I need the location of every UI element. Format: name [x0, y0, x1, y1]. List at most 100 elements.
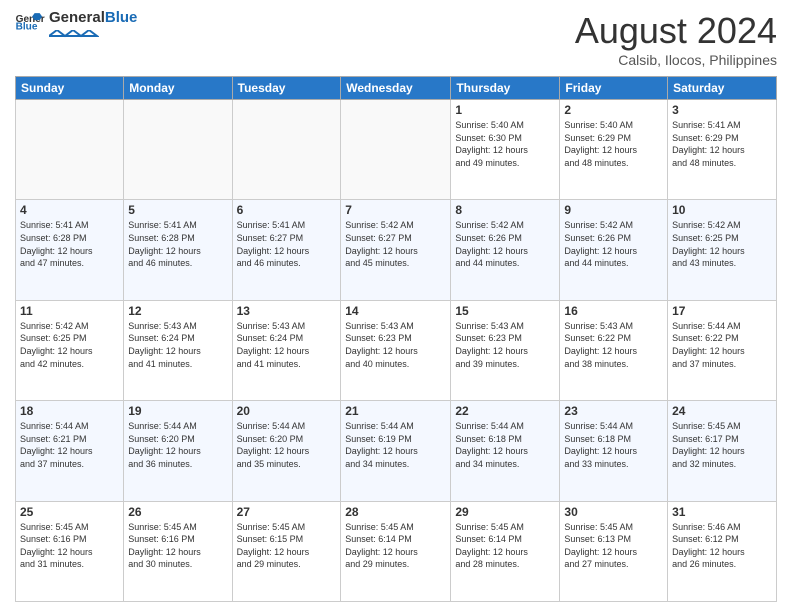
- calendar-cell: 18 Sunrise: 5:44 AM Sunset: 6:21 PM Dayli…: [16, 401, 124, 501]
- day-info: Sunrise: 5:43 AM Sunset: 6:24 PM Dayligh…: [237, 320, 337, 370]
- calendar-cell: 14 Sunrise: 5:43 AM Sunset: 6:23 PM Dayli…: [341, 300, 451, 400]
- day-number: 28: [345, 505, 446, 519]
- day-info: Sunrise: 5:42 AM Sunset: 6:26 PM Dayligh…: [564, 219, 663, 269]
- day-number: 20: [237, 404, 337, 418]
- calendar-cell: 26 Sunrise: 5:45 AM Sunset: 6:16 PM Dayli…: [124, 501, 232, 601]
- page: General Blue GeneralBlue August 2024 Cal…: [0, 0, 792, 612]
- calendar-week-5: 25 Sunrise: 5:45 AM Sunset: 6:16 PM Dayli…: [16, 501, 777, 601]
- month-title: August 2024: [575, 10, 777, 52]
- day-info: Sunrise: 5:45 AM Sunset: 6:15 PM Dayligh…: [237, 521, 337, 571]
- calendar-header-row: Sunday Monday Tuesday Wednesday Thursday…: [16, 77, 777, 100]
- day-number: 22: [455, 404, 555, 418]
- calendar-cell: 1Sunrise: 5:40 AM Sunset: 6:30 PM Daylig…: [451, 100, 560, 200]
- day-number: 6: [237, 203, 337, 217]
- day-number: 1: [455, 103, 555, 117]
- calendar-cell: 19 Sunrise: 5:44 AM Sunset: 6:20 PM Dayli…: [124, 401, 232, 501]
- calendar-cell: 17Sunrise: 5:44 AM Sunset: 6:22 PM Dayli…: [668, 300, 777, 400]
- day-number: 17: [672, 304, 772, 318]
- day-number: 7: [345, 203, 446, 217]
- calendar-cell: 8Sunrise: 5:42 AM Sunset: 6:26 PM Daylig…: [451, 200, 560, 300]
- day-info: Sunrise: 5:45 AM Sunset: 6:16 PM Dayligh…: [128, 521, 227, 571]
- calendar-cell: 3Sunrise: 5:41 AM Sunset: 6:29 PM Daylig…: [668, 100, 777, 200]
- day-info: Sunrise: 5:44 AM Sunset: 6:18 PM Dayligh…: [564, 420, 663, 470]
- day-number: 23: [564, 404, 663, 418]
- day-info: Sunrise: 5:45 AM Sunset: 6:14 PM Dayligh…: [455, 521, 555, 571]
- logo-icon: General Blue: [15, 12, 45, 30]
- day-number: 12: [128, 304, 227, 318]
- day-number: 25: [20, 505, 119, 519]
- day-number: 10: [672, 203, 772, 217]
- calendar-cell: 29 Sunrise: 5:45 AM Sunset: 6:14 PM Dayli…: [451, 501, 560, 601]
- day-info: Sunrise: 5:45 AM Sunset: 6:13 PM Dayligh…: [564, 521, 663, 571]
- logo-text-block: GeneralBlue: [49, 10, 137, 33]
- calendar-cell: 15 Sunrise: 5:43 AM Sunset: 6:23 PM Dayli…: [451, 300, 560, 400]
- calendar-cell: 6Sunrise: 5:41 AM Sunset: 6:27 PM Daylig…: [232, 200, 341, 300]
- calendar-cell: 4Sunrise: 5:41 AM Sunset: 6:28 PM Daylig…: [16, 200, 124, 300]
- calendar-cell: 5 Sunrise: 5:41 AM Sunset: 6:28 PM Daylig…: [124, 200, 232, 300]
- day-number: 18: [20, 404, 119, 418]
- calendar-cell: 22Sunrise: 5:44 AM Sunset: 6:18 PM Dayli…: [451, 401, 560, 501]
- calendar-week-4: 18 Sunrise: 5:44 AM Sunset: 6:21 PM Dayli…: [16, 401, 777, 501]
- calendar-cell: [16, 100, 124, 200]
- header: General Blue GeneralBlue August 2024 Cal…: [15, 10, 777, 68]
- calendar-cell: 21 Sunrise: 5:44 AM Sunset: 6:19 PM Dayli…: [341, 401, 451, 501]
- day-info: Sunrise: 5:42 AM Sunset: 6:27 PM Dayligh…: [345, 219, 446, 269]
- col-friday: Friday: [560, 77, 668, 100]
- col-monday: Monday: [124, 77, 232, 100]
- day-number: 15: [455, 304, 555, 318]
- day-number: 19: [128, 404, 227, 418]
- calendar-cell: 31 Sunrise: 5:46 AM Sunset: 6:12 PM Dayli…: [668, 501, 777, 601]
- calendar-cell: 16Sunrise: 5:43 AM Sunset: 6:22 PM Dayli…: [560, 300, 668, 400]
- calendar-cell: 28 Sunrise: 5:45 AM Sunset: 6:14 PM Dayli…: [341, 501, 451, 601]
- calendar-table: Sunday Monday Tuesday Wednesday Thursday…: [15, 76, 777, 602]
- day-info: Sunrise: 5:43 AM Sunset: 6:22 PM Dayligh…: [564, 320, 663, 370]
- calendar-cell: 13Sunrise: 5:43 AM Sunset: 6:24 PM Dayli…: [232, 300, 341, 400]
- day-info: Sunrise: 5:41 AM Sunset: 6:28 PM Dayligh…: [128, 219, 227, 269]
- calendar-week-3: 11 Sunrise: 5:42 AM Sunset: 6:25 PM Dayli…: [16, 300, 777, 400]
- calendar-cell: 24 Sunrise: 5:45 AM Sunset: 6:17 PM Dayli…: [668, 401, 777, 501]
- col-sunday: Sunday: [16, 77, 124, 100]
- calendar-cell: 2Sunrise: 5:40 AM Sunset: 6:29 PM Daylig…: [560, 100, 668, 200]
- day-number: 31: [672, 505, 772, 519]
- col-saturday: Saturday: [668, 77, 777, 100]
- col-wednesday: Wednesday: [341, 77, 451, 100]
- day-number: 30: [564, 505, 663, 519]
- day-number: 26: [128, 505, 227, 519]
- day-info: Sunrise: 5:44 AM Sunset: 6:21 PM Dayligh…: [20, 420, 119, 470]
- day-info: Sunrise: 5:43 AM Sunset: 6:23 PM Dayligh…: [345, 320, 446, 370]
- day-number: 5: [128, 203, 227, 217]
- calendar-cell: 23 Sunrise: 5:44 AM Sunset: 6:18 PM Dayli…: [560, 401, 668, 501]
- day-info: Sunrise: 5:45 AM Sunset: 6:17 PM Dayligh…: [672, 420, 772, 470]
- day-number: 29: [455, 505, 555, 519]
- day-number: 14: [345, 304, 446, 318]
- day-info: Sunrise: 5:44 AM Sunset: 6:19 PM Dayligh…: [345, 420, 446, 470]
- calendar-cell: 30 Sunrise: 5:45 AM Sunset: 6:13 PM Dayli…: [560, 501, 668, 601]
- day-number: 8: [455, 203, 555, 217]
- day-info: Sunrise: 5:45 AM Sunset: 6:16 PM Dayligh…: [20, 521, 119, 571]
- day-info: Sunrise: 5:43 AM Sunset: 6:23 PM Dayligh…: [455, 320, 555, 370]
- calendar-cell: [341, 100, 451, 200]
- day-number: 21: [345, 404, 446, 418]
- day-info: Sunrise: 5:40 AM Sunset: 6:29 PM Dayligh…: [564, 119, 663, 169]
- day-info: Sunrise: 5:44 AM Sunset: 6:20 PM Dayligh…: [128, 420, 227, 470]
- day-info: Sunrise: 5:41 AM Sunset: 6:29 PM Dayligh…: [672, 119, 772, 169]
- day-number: 24: [672, 404, 772, 418]
- logo: General Blue GeneralBlue: [15, 10, 137, 33]
- calendar-cell: 12 Sunrise: 5:43 AM Sunset: 6:24 PM Dayli…: [124, 300, 232, 400]
- day-info: Sunrise: 5:46 AM Sunset: 6:12 PM Dayligh…: [672, 521, 772, 571]
- day-number: 11: [20, 304, 119, 318]
- calendar-cell: 9 Sunrise: 5:42 AM Sunset: 6:26 PM Daylig…: [560, 200, 668, 300]
- day-number: 27: [237, 505, 337, 519]
- day-info: Sunrise: 5:42 AM Sunset: 6:25 PM Dayligh…: [20, 320, 119, 370]
- day-info: Sunrise: 5:45 AM Sunset: 6:14 PM Dayligh…: [345, 521, 446, 571]
- calendar-cell: 20Sunrise: 5:44 AM Sunset: 6:20 PM Dayli…: [232, 401, 341, 501]
- day-number: 9: [564, 203, 663, 217]
- calendar-week-1: 1Sunrise: 5:40 AM Sunset: 6:30 PM Daylig…: [16, 100, 777, 200]
- day-info: Sunrise: 5:42 AM Sunset: 6:25 PM Dayligh…: [672, 219, 772, 269]
- logo-blue: Blue: [105, 9, 138, 26]
- day-info: Sunrise: 5:43 AM Sunset: 6:24 PM Dayligh…: [128, 320, 227, 370]
- calendar-cell: 27 Sunrise: 5:45 AM Sunset: 6:15 PM Dayli…: [232, 501, 341, 601]
- calendar-cell: 7 Sunrise: 5:42 AM Sunset: 6:27 PM Daylig…: [341, 200, 451, 300]
- calendar-cell: [124, 100, 232, 200]
- calendar-week-2: 4Sunrise: 5:41 AM Sunset: 6:28 PM Daylig…: [16, 200, 777, 300]
